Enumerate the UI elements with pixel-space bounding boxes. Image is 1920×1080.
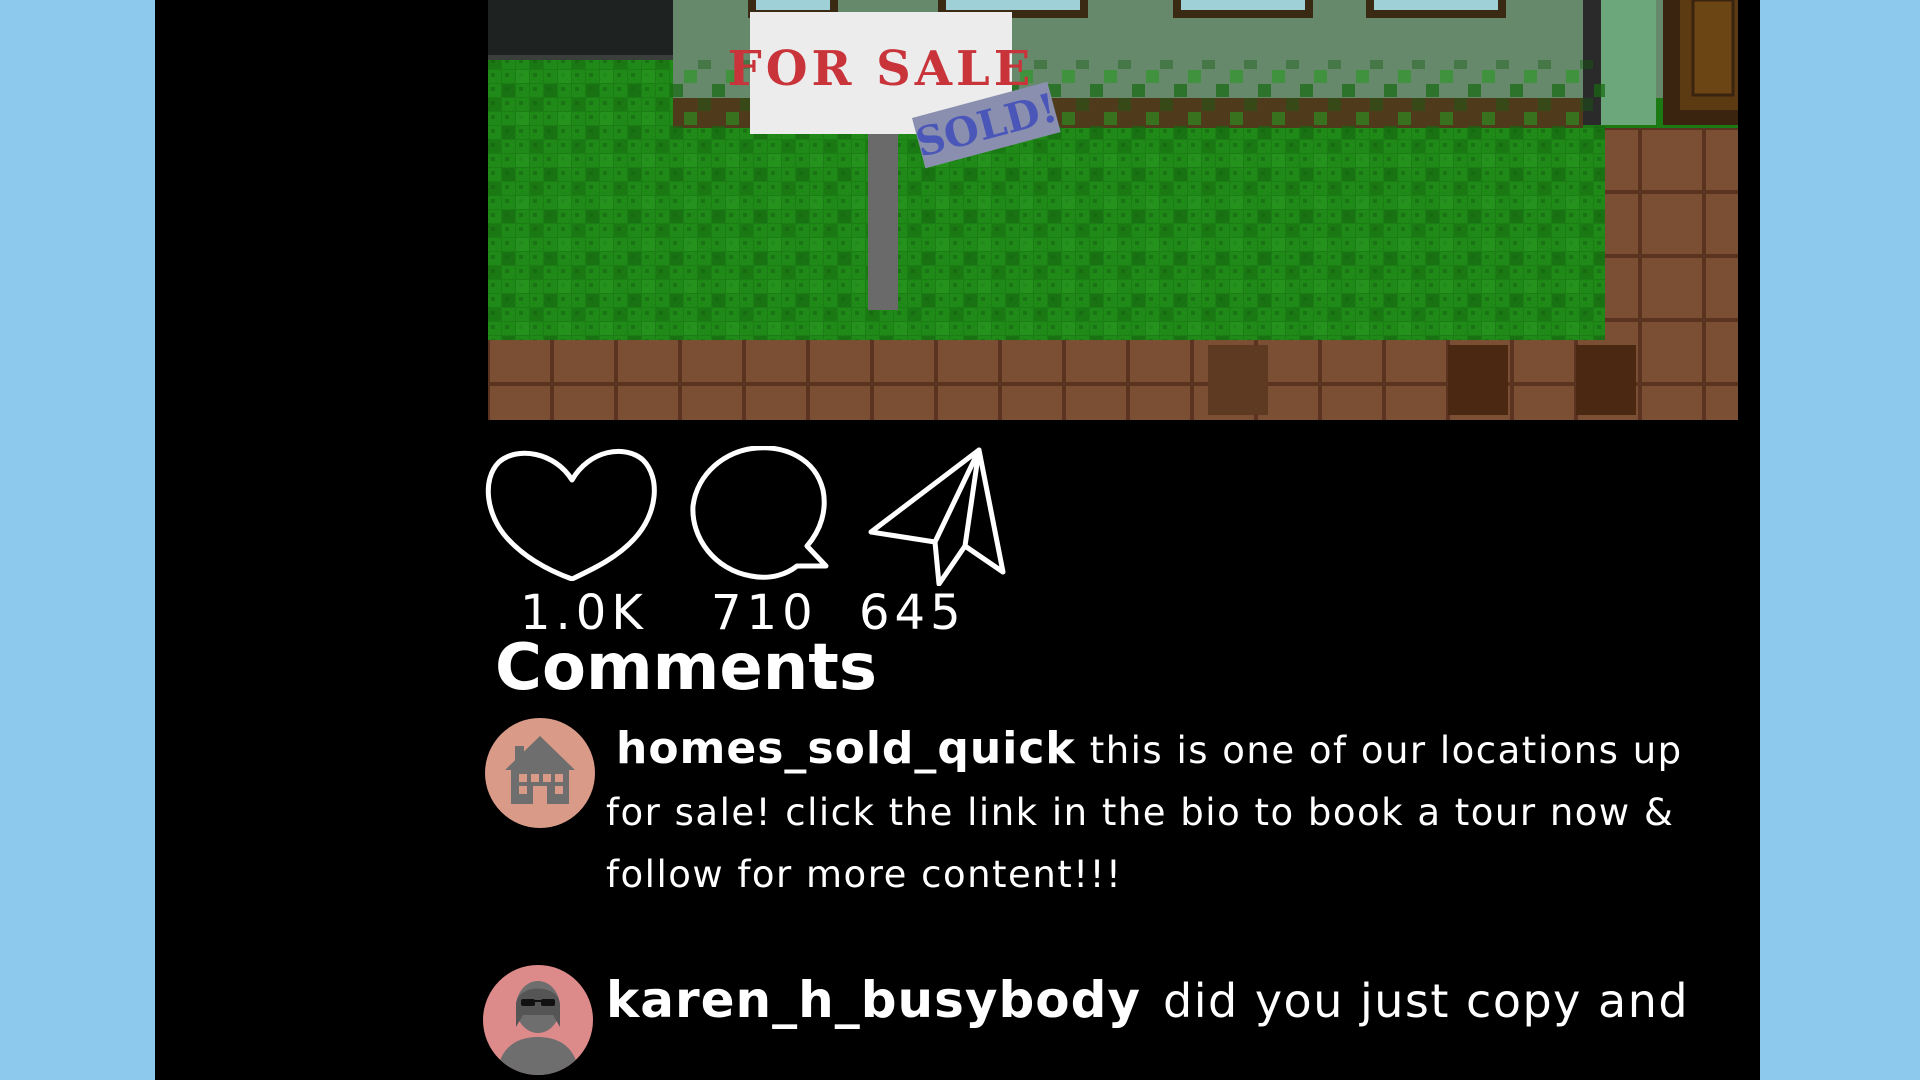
post-panel: FOR SALE SOLD! 1.0K 710 645 Comments hom… (155, 0, 1760, 1080)
comments-heading: Comments (495, 631, 877, 705)
avatar[interactable] (485, 718, 595, 828)
comment-body: homes_sold_quick this is one of our locat… (606, 718, 1686, 906)
comment-message: did you just copy and (1163, 974, 1690, 1028)
comment-body: karen_h_busybody did you just copy and (606, 965, 1726, 1036)
like-count: 1.0K (520, 585, 648, 641)
person-sunglasses-icon (497, 981, 579, 1075)
like-button[interactable]: 1.0K (485, 446, 660, 637)
post-actions: 1.0K 710 645 (485, 446, 1045, 637)
heart-icon (485, 448, 657, 581)
comment-item: homes_sold_quick this is one of our locat… (485, 718, 1745, 928)
comment-username[interactable]: karen_h_busybody (606, 971, 1141, 1029)
paper-plane-icon (868, 447, 1006, 586)
post-image[interactable]: FOR SALE SOLD! (488, 0, 1738, 420)
share-button[interactable]: 645 (859, 446, 1017, 637)
comment-count: 710 (711, 585, 818, 641)
comment-username[interactable]: homes_sold_quick (616, 723, 1076, 774)
comment-item: karen_h_busybody did you just copy and (483, 965, 1745, 1080)
avatar[interactable] (483, 965, 593, 1075)
house-icon (505, 736, 575, 804)
share-count: 645 (859, 585, 966, 641)
for-sale-sign-text: FOR SALE (728, 41, 1035, 97)
comment-bubble-icon (690, 446, 829, 580)
comment-button[interactable]: 710 (689, 446, 839, 637)
